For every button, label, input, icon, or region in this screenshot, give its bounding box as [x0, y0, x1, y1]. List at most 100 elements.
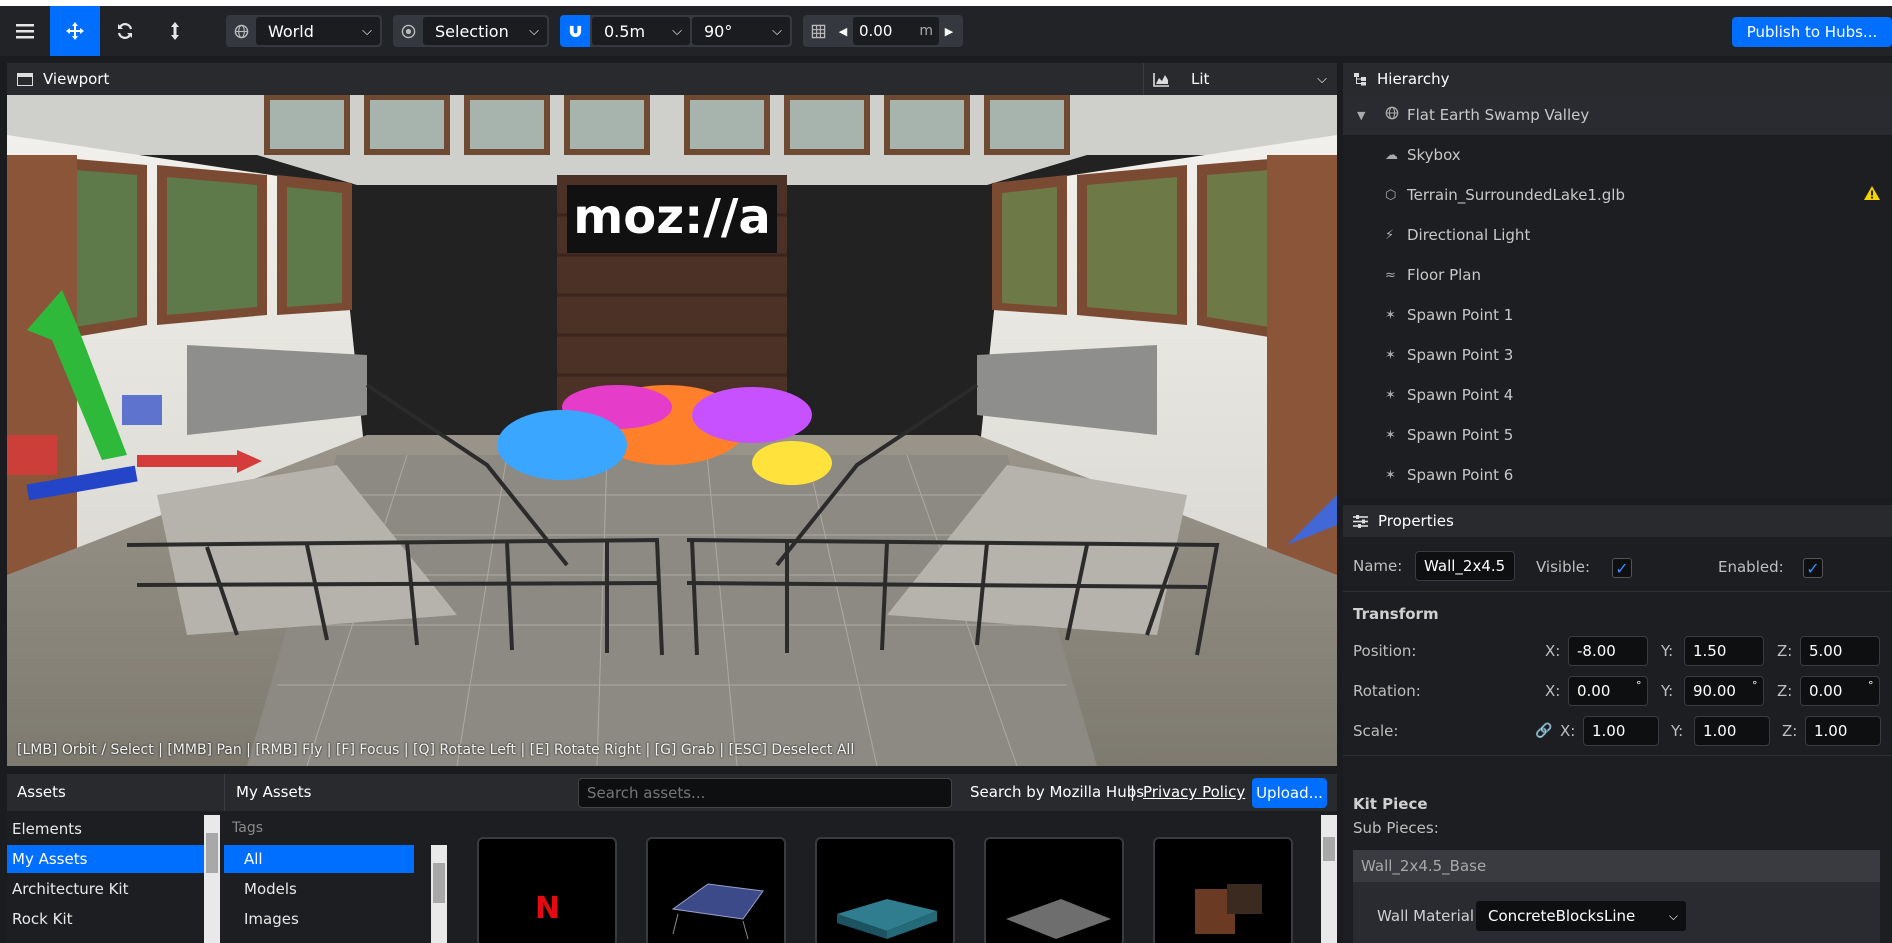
hierarchy-item-spawn-point-1[interactable]: ✶ Spawn Point 1 — [1343, 295, 1892, 335]
my-assets-title: My Assets — [236, 783, 312, 801]
snap-rotate-value: 90° — [704, 21, 733, 41]
asset-thumbnail[interactable] — [646, 837, 786, 943]
properties-title: Properties — [1378, 512, 1454, 530]
visible-label: Visible: — [1536, 558, 1591, 576]
render-mode-select[interactable]: Lit ⌵ — [1181, 63, 1337, 95]
rotation-y-label: Y: — [1661, 682, 1674, 700]
asset-thumbnail[interactable] — [984, 837, 1124, 943]
chart-area-icon — [1153, 72, 1169, 87]
stats-button[interactable] — [1143, 63, 1179, 95]
pivot-control: Selection ⌵ — [393, 15, 549, 47]
hierarchy-item-label: Spawn Point 6 — [1407, 466, 1514, 484]
hierarchy-item-scene[interactable]: ▼ Flat Earth Swamp Valley — [1343, 95, 1892, 135]
hierarchy-item-skybox[interactable]: ☁ Skybox — [1343, 135, 1892, 175]
kit-piece-title: Kit Piece — [1353, 795, 1428, 813]
hierarchy-item-label: Directional Light — [1407, 226, 1531, 244]
assets-header: Assets My Assets Search by Mozilla Hubs … — [7, 774, 1337, 811]
category-architecture-kit[interactable]: Architecture Kit — [7, 875, 204, 903]
hierarchy-item-spawn-point-5[interactable]: ✶ Spawn Point 5 — [1343, 415, 1892, 455]
tag-images[interactable]: Images — [224, 905, 414, 933]
hierarchy-item-label: Spawn Point 4 — [1407, 386, 1514, 404]
decrement-left-icon[interactable]: ◀ — [833, 17, 853, 45]
position-z-label: Z: — [1777, 642, 1793, 660]
publish-button[interactable]: Publish to Hubs... — [1732, 17, 1892, 47]
caret-down-icon[interactable]: ▼ — [1357, 109, 1365, 122]
assets-panel: Assets My Assets Search by Mozilla Hubs … — [7, 774, 1337, 943]
hierarchy-item-spawn-point-4[interactable]: ✶ Spawn Point 4 — [1343, 375, 1892, 415]
pivot-select[interactable]: Selection ⌵ — [423, 17, 547, 45]
asset-preview — [1006, 899, 1111, 939]
asset-thumbnail[interactable] — [815, 837, 955, 943]
wall-material-label: Wall Material — [1377, 907, 1475, 925]
grid-height-value: 0.00 — [859, 22, 893, 40]
grid-unit-label: m — [919, 23, 933, 39]
hierarchy-item-label: Skybox — [1407, 146, 1461, 164]
tag-all[interactable]: All — [224, 845, 414, 873]
visible-checkbox[interactable]: ✓ — [1612, 558, 1632, 578]
scale-tool-button[interactable] — [150, 6, 200, 56]
scale-z-label: Z: — [1782, 722, 1798, 740]
enabled-checkbox[interactable]: ✓ — [1803, 558, 1823, 578]
separator: | — [1130, 783, 1136, 801]
chevron-down-icon: ⌵ — [1668, 908, 1678, 923]
grid-icon[interactable] — [803, 15, 833, 47]
position-label: Position: — [1353, 642, 1417, 660]
asset-thumbnail[interactable]: N — [477, 837, 617, 943]
category-scrollbar[interactable] — [204, 815, 220, 943]
privacy-policy-link[interactable]: Privacy Policy — [1143, 783, 1245, 801]
magnet-icon[interactable] — [560, 15, 590, 47]
scale-x-input[interactable]: 1.00 — [1583, 716, 1659, 746]
snap-rotate-select[interactable]: 90° ⌵ — [692, 17, 790, 45]
3d-scene[interactable]: moz://a [LMB] Orbit / Select | [MMB] Pan… — [7, 95, 1337, 766]
hierarchy-item-terrain[interactable]: ⬡ Terrain_SurroundedLake1.glb — [1343, 175, 1892, 215]
street-view-icon: ✶ — [1385, 427, 1396, 443]
pivot-value: Selection — [435, 21, 509, 41]
hierarchy-item-floor-plan[interactable]: ≈ Floor Plan — [1343, 255, 1892, 295]
hierarchy-header: Hierarchy — [1343, 63, 1892, 95]
position-x-input[interactable]: -8.00 — [1568, 636, 1648, 666]
street-view-icon: ✶ — [1385, 347, 1396, 363]
name-input[interactable]: Wall_2x4.5 — [1415, 551, 1515, 581]
sub-piece-item[interactable]: Wall_2x4.5_Base — [1353, 850, 1880, 882]
name-label: Name: — [1353, 557, 1403, 575]
wall-material-select[interactable]: ConcreteBlocksLine ⌵ — [1476, 901, 1686, 931]
snap-control: 0.5m ⌵ 90° ⌵ — [560, 15, 792, 47]
scale-x-label: X: — [1560, 722, 1576, 740]
link-icon[interactable]: 🔗 — [1535, 723, 1552, 739]
menu-button[interactable] — [0, 6, 50, 56]
snap-translate-select[interactable]: 0.5m ⌵ — [592, 17, 690, 45]
category-elements[interactable]: Elements — [7, 815, 204, 843]
hamburger-icon — [16, 24, 34, 39]
category-my-assets[interactable]: My Assets — [7, 845, 204, 873]
tag-models[interactable]: Models — [224, 875, 414, 903]
grid-height-input[interactable]: 0.00 m — [853, 17, 939, 45]
street-view-icon: ✶ — [1385, 467, 1396, 483]
hierarchy-item-label: Floor Plan — [1407, 266, 1481, 284]
hierarchy-item-spawn-point-3[interactable]: ✶ Spawn Point 3 — [1343, 335, 1892, 375]
asset-grid-scrollbar[interactable] — [1321, 815, 1337, 943]
position-z-input[interactable]: 5.00 — [1800, 636, 1880, 666]
hierarchy-item-directional-light[interactable]: ⚡ Directional Light — [1343, 215, 1892, 255]
coordinate-space-select[interactable]: World ⌵ — [256, 17, 380, 45]
warning-icon[interactable] — [1863, 185, 1881, 205]
sub-pieces-label: Sub Pieces: — [1353, 819, 1439, 837]
hierarchy-item-spawn-point-6[interactable]: ✶ Spawn Point 6 — [1343, 455, 1892, 495]
asset-preview — [837, 899, 937, 939]
viewport-header: Viewport Lit ⌵ — [7, 63, 1337, 95]
degree-symbol: ° — [1868, 679, 1874, 692]
upload-button[interactable]: Upload... — [1252, 778, 1327, 808]
scale-z-input[interactable]: 1.00 — [1805, 716, 1881, 746]
arrows-move-icon — [66, 22, 84, 40]
category-rock-kit[interactable]: Rock Kit — [7, 905, 204, 933]
scale-y-input[interactable]: 1.00 — [1694, 716, 1770, 746]
search-assets-input[interactable] — [578, 778, 952, 808]
translate-tool-button[interactable] — [50, 6, 100, 56]
properties-panel: Properties Name: Wall_2x4.5 Visible: ✓ E… — [1343, 505, 1892, 943]
rotate-tool-button[interactable] — [100, 6, 150, 56]
increment-right-icon[interactable]: ▶ — [939, 17, 959, 45]
tags-scrollbar[interactable] — [431, 845, 447, 943]
rotation-z-label: Z: — [1777, 682, 1793, 700]
position-y-input[interactable]: 1.50 — [1684, 636, 1764, 666]
asset-thumbnail[interactable] — [1153, 837, 1293, 943]
divider — [224, 774, 225, 811]
